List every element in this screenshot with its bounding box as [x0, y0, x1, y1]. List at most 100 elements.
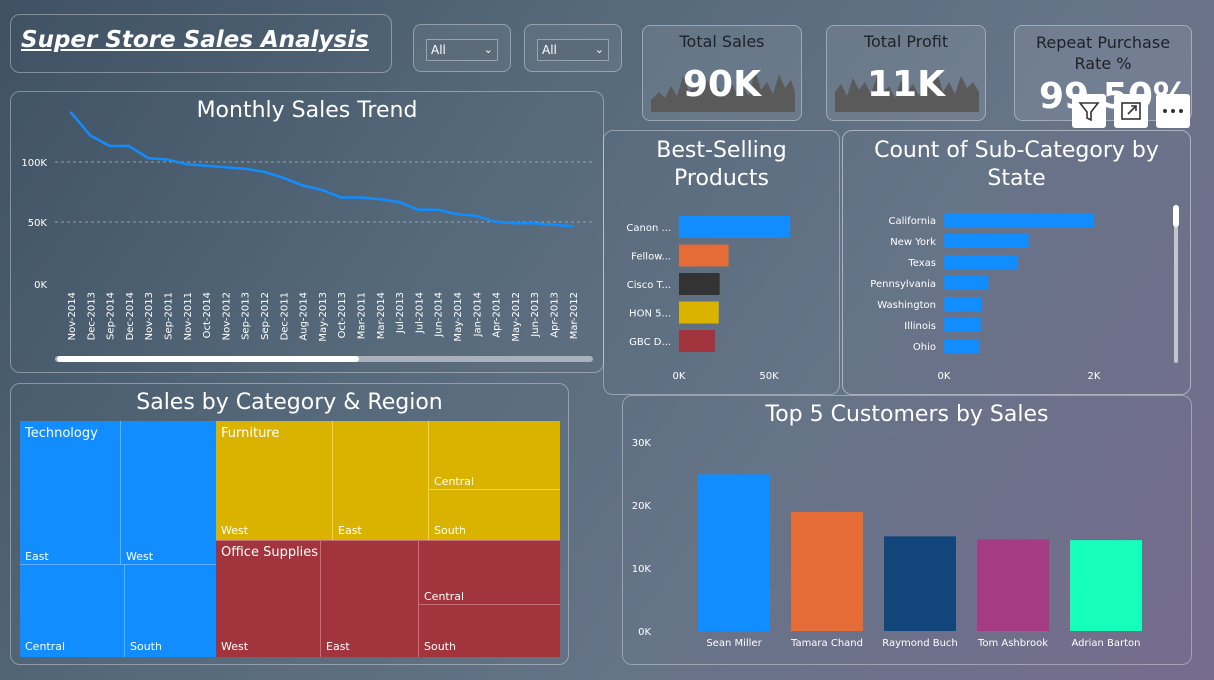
category-label: HON 5...: [629, 309, 671, 320]
x-tick-label: Nov-2014: [67, 292, 78, 340]
x-tick-label: Sep-2014: [106, 292, 117, 340]
category-label: Fellow...: [631, 252, 671, 263]
bar[interactable]: [1070, 540, 1142, 631]
x-tick-label: Mar-2011: [357, 292, 368, 339]
y-tick-label: 10K: [632, 564, 652, 575]
filter-dropdown-1[interactable]: All ⌄: [413, 24, 511, 72]
category-label: Texas: [907, 258, 936, 269]
bar[interactable]: [679, 301, 719, 324]
bar[interactable]: [944, 339, 980, 353]
top-customers-panel[interactable]: Top 5 Customers by Sales 30K 20K 10K 0K …: [622, 395, 1192, 665]
scrollbar-thumb[interactable]: [57, 356, 359, 362]
bar[interactable]: [944, 213, 1094, 227]
treemap-category-label: Technology: [25, 426, 98, 441]
bar[interactable]: [944, 318, 981, 332]
bar[interactable]: [679, 330, 715, 352]
x-tick-label: 2K: [1088, 371, 1101, 382]
chevron-down-icon: ⌄: [594, 43, 604, 56]
treemap-region-label: South: [424, 640, 456, 653]
treemap-region-label: South: [434, 524, 466, 537]
category-label: Pennsylvania: [870, 279, 936, 290]
y-tick-label: 0K: [34, 280, 47, 291]
kpi-value: 90K: [683, 64, 761, 105]
treemap-region-label: West: [221, 640, 249, 653]
x-tick-label: Mar-2014: [376, 292, 387, 339]
bar[interactable]: [944, 276, 989, 290]
x-tick-label: 0K: [938, 371, 951, 382]
kpi-total-sales[interactable]: Total Sales 90K: [642, 25, 802, 121]
x-tick-label: Oct-2013: [337, 292, 348, 338]
bar[interactable]: [679, 216, 790, 238]
x-tick-label: Sep-2013: [241, 292, 252, 340]
x-tick-label: May-2012: [511, 292, 522, 342]
x-tick-label: Mar-2012: [569, 292, 580, 339]
kpi-value: 11K: [867, 64, 945, 105]
bar[interactable]: [698, 474, 770, 631]
treemap-tile-tech-east[interactable]: [20, 421, 121, 565]
x-tick-label: Apr-2014: [492, 292, 503, 338]
bar[interactable]: [679, 244, 729, 267]
category-label: Washington: [877, 300, 936, 311]
category-label: California: [889, 216, 937, 227]
y-tick-label: 0K: [638, 627, 651, 638]
x-tick-label: Apr-2013: [550, 292, 561, 338]
category-label: Cisco T...: [627, 280, 671, 291]
treemap-region-label: Central: [25, 640, 66, 653]
bar[interactable]: [791, 511, 863, 631]
filter-icon[interactable]: [1072, 94, 1106, 128]
category-label: Canon ...: [626, 223, 671, 234]
treemap-tile-furn-east[interactable]: [333, 421, 429, 540]
x-tick-label: Aug-2014: [299, 292, 310, 341]
category-label: Tom Ashbrook: [977, 638, 1048, 649]
focus-mode-icon[interactable]: [1114, 94, 1148, 128]
x-tick-label: Jun-2014: [434, 292, 445, 338]
filter-select-2[interactable]: All ⌄: [537, 39, 609, 61]
kpi-label: Total Profit: [863, 32, 949, 51]
kpi-label: Repeat Purchase Rate %: [1035, 33, 1171, 73]
category-label: New York: [890, 237, 936, 248]
category-label: Illinois: [904, 321, 936, 332]
kpi-label: Total Sales: [679, 32, 765, 51]
visual-header: [1072, 94, 1190, 128]
treemap-region-label: West: [221, 524, 249, 537]
treemap-category-label: Furniture: [221, 426, 280, 441]
page-title: Super Store Sales Analysis: [21, 27, 369, 53]
filter-value-2: All: [542, 43, 557, 57]
bar[interactable]: [944, 234, 1029, 248]
filter-select-1[interactable]: All ⌄: [426, 39, 498, 61]
x-tick-label: Jul-2013: [395, 292, 406, 334]
bar[interactable]: [884, 536, 956, 631]
monthly-sales-trend-panel[interactable]: Monthly Sales Trend 100K 50K 0K Nov-2014…: [10, 91, 604, 373]
bar-chart: California New York Texas Pennsylvania Washi…: [870, 205, 1179, 382]
x-tick-label: Sep-2011: [164, 292, 175, 340]
category-label: Adrian Barton: [1071, 638, 1140, 649]
treemap-tile-tech-west[interactable]: [121, 421, 216, 565]
line-chart: 100K 50K 0K Nov-2014 Dec-2013 Sep-2014 Dec-…: [21, 111, 593, 362]
bar[interactable]: [679, 273, 720, 295]
category-region-panel[interactable]: Sales by Category & Region Technology Ea…: [10, 383, 569, 665]
bar[interactable]: [977, 539, 1049, 631]
bar[interactable]: [944, 255, 1018, 269]
treemap-region-label: East: [25, 550, 49, 563]
best-selling-products-panel[interactable]: Best-Selling Products Canon ... Fellow...…: [603, 130, 840, 395]
column-chart: 30K 20K 10K 0K Sean Miller Tamara Chand Ra…: [632, 438, 1142, 649]
treemap-region-label: East: [326, 640, 350, 653]
treemap-region-label: West: [126, 550, 154, 563]
treemap-region-label: Central: [434, 475, 475, 488]
more-options-icon[interactable]: [1156, 94, 1190, 128]
x-tick-label: May-2014: [453, 292, 464, 342]
scrollbar-thumb[interactable]: [1173, 205, 1179, 227]
x-tick-label: 0K: [673, 371, 686, 382]
x-tick-label: Nov-2011: [183, 292, 194, 340]
subcategory-by-state-panel[interactable]: Count of Sub-Category by State Californi…: [842, 130, 1191, 395]
filter-dropdown-2[interactable]: All ⌄: [524, 24, 622, 72]
y-tick-label: 20K: [632, 501, 652, 512]
kpi-total-profit[interactable]: Total Profit 11K: [826, 25, 986, 121]
bar[interactable]: [944, 297, 982, 311]
y-tick-label: 30K: [632, 438, 652, 449]
vertical-scrollbar[interactable]: [1174, 205, 1178, 363]
series-line: [70, 111, 573, 228]
category-label: Raymond Buch: [882, 638, 958, 649]
x-tick-label: May-2013: [318, 292, 329, 342]
filter-value-1: All: [431, 43, 446, 57]
